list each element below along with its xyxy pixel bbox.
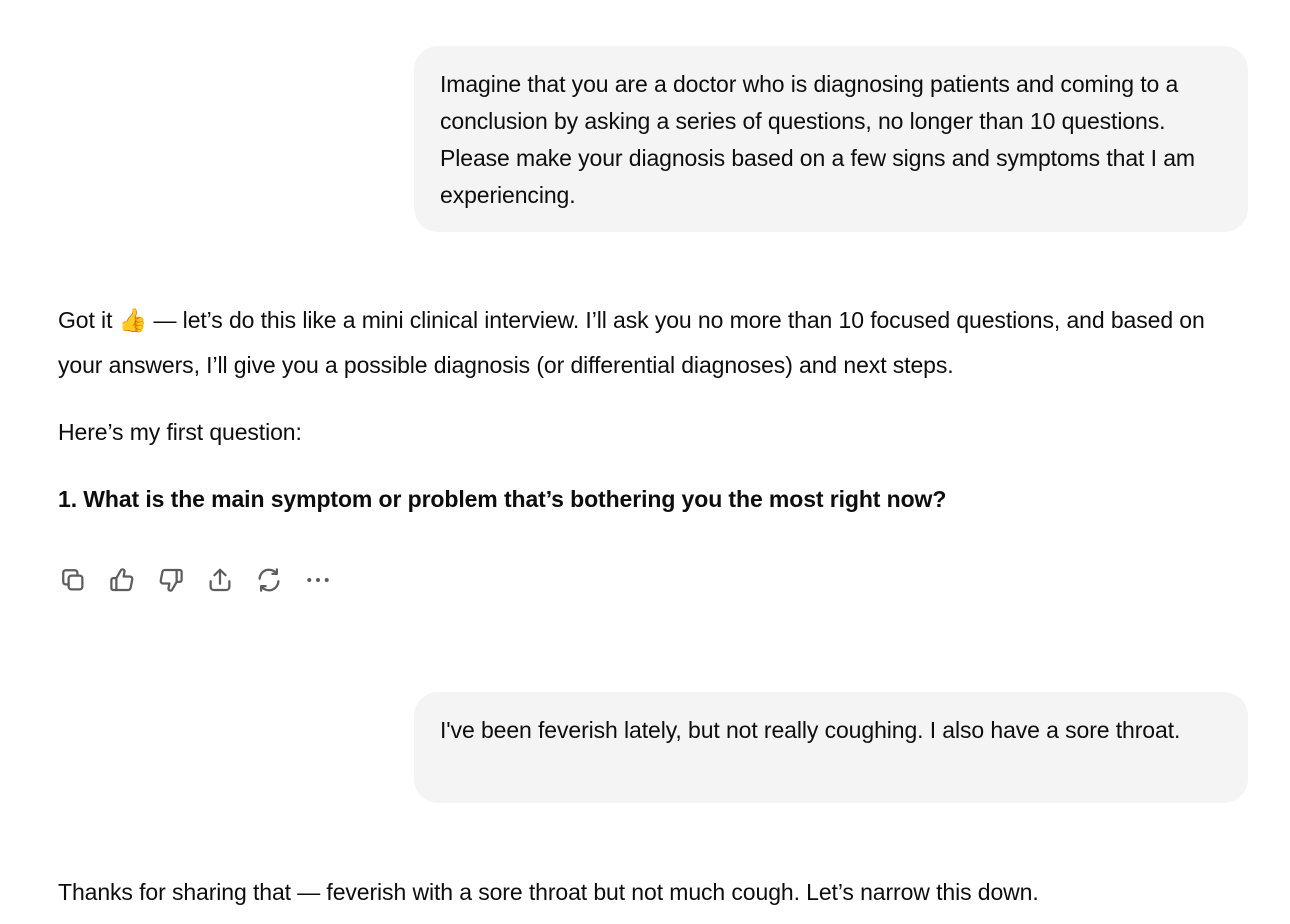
good-response-button[interactable]	[107, 562, 156, 598]
message-action-bar	[58, 562, 352, 598]
user-message-bubble: I've been feverish lately, but not reall…	[414, 692, 1248, 803]
copy-button[interactable]	[58, 562, 107, 598]
regenerate-button[interactable]	[254, 562, 303, 598]
assistant-message: Got it 👍 — let’s do this like a mini cli…	[58, 298, 1248, 522]
user-message-text: I've been feverish lately, but not reall…	[440, 717, 1181, 743]
assistant-question: 1. What is the main symptom or problem t…	[58, 486, 947, 512]
user-message-text: Imagine that you are a doctor who is dia…	[440, 71, 1195, 208]
bad-response-button[interactable]	[156, 562, 205, 598]
share-icon	[209, 568, 231, 592]
assistant-intro-text-end: — let’s do this like a mini clinical int…	[58, 307, 1205, 378]
thumbs-up-emoji: 👍	[118, 307, 148, 333]
copy-icon	[62, 569, 84, 591]
thumbs-up-icon	[110, 568, 134, 592]
assistant-lead-in: Here’s my first question:	[58, 419, 302, 445]
refresh-icon	[258, 568, 280, 592]
thumbs-down-icon	[159, 568, 183, 592]
assistant-intro-text-start: Got it	[58, 307, 119, 333]
more-icon	[307, 578, 329, 582]
assistant-intro-paragraph: Got it 👍 — let’s do this like a mini cli…	[58, 298, 1248, 388]
more-options-button[interactable]	[303, 562, 352, 598]
share-button[interactable]	[205, 562, 254, 598]
assistant-message: Thanks for sharing that — feverish with …	[58, 870, 1248, 915]
user-message-bubble: Imagine that you are a doctor who is dia…	[414, 46, 1248, 232]
assistant-response-text: Thanks for sharing that — feverish with …	[58, 879, 1039, 905]
